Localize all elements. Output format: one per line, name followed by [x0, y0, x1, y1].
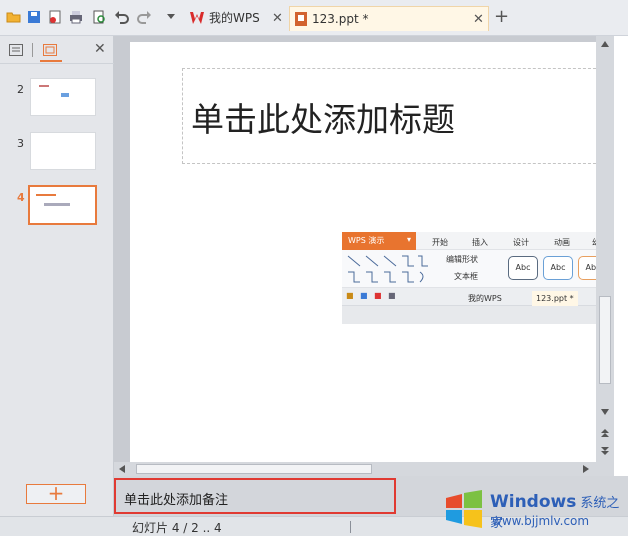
- print-icon: ■: [388, 291, 396, 300]
- embedded-menu-item: 设计: [513, 238, 529, 247]
- open-folder-icon[interactable]: [6, 9, 22, 25]
- embedded-panel-area: [342, 306, 606, 324]
- outline-view-icon[interactable]: [9, 44, 23, 56]
- slide-thumbnail-3[interactable]: [30, 132, 96, 170]
- embedded-tab-123-ppt: 123.ppt *: [532, 291, 578, 306]
- save-icon: ■: [360, 291, 368, 300]
- print-preview-icon[interactable]: [91, 9, 107, 25]
- tab-label: 我的WPS: [209, 11, 260, 25]
- slide-canvas[interactable]: 单击此处添加标题 WPS 演示 ▾ 开始 插入 设计 动画 幻: [130, 42, 610, 462]
- undo-icon[interactable]: [114, 9, 130, 25]
- horizontal-scrollbar[interactable]: [114, 462, 596, 476]
- tab-my-wps[interactable]: 我的WPS ✕: [184, 6, 288, 31]
- scroll-left-icon[interactable]: [118, 465, 126, 473]
- more-dropdown-icon[interactable]: [166, 11, 176, 21]
- pdf-export-icon[interactable]: [47, 9, 63, 25]
- next-slide-icon[interactable]: [600, 446, 610, 456]
- active-view-indicator: [40, 60, 62, 62]
- tab-123-ppt[interactable]: 123.ppt * ✕: [289, 6, 489, 31]
- vertical-scroll-thumb[interactable]: [599, 296, 611, 384]
- close-panel-icon[interactable]: ✕: [94, 41, 106, 57]
- thumb-content: [61, 93, 69, 97]
- divider: [350, 521, 351, 533]
- open-folder-icon: ■: [346, 291, 354, 300]
- panel-header: ✕: [0, 36, 114, 64]
- connector-shapes-icon: [347, 255, 428, 283]
- ppt-file-icon: [295, 12, 307, 26]
- divider: [32, 43, 33, 57]
- thumb-content: [36, 194, 56, 196]
- wps-logo-icon: [190, 12, 204, 24]
- wps-presentation-window: 我的WPS ✕ 123.ppt * ✕ + ✕ 2 3 4 + 单击此处添加标题…: [0, 0, 628, 536]
- watermark: Windows 系统之家 www.bjjmlv.com: [440, 480, 628, 536]
- title-toolbar: 我的WPS ✕ 123.ppt * ✕ +: [0, 0, 628, 36]
- embedded-toolbar: ■ ■ ■ ■ 我的WPS 123.ppt *: [342, 288, 606, 306]
- embedded-tab-my-wps: 我的WPS: [468, 294, 502, 303]
- title-placeholder-box[interactable]: 单击此处添加标题: [182, 68, 606, 164]
- slide-thumbnail-4[interactable]: [28, 185, 97, 225]
- watermark-brand-en: Windows: [490, 492, 577, 512]
- slide-thumbnail-panel: ✕ 2 3 4 +: [0, 36, 114, 516]
- notes-placeholder[interactable]: 单击此处添加备注: [124, 489, 228, 508]
- embedded-wps-logo: WPS 演示: [342, 232, 416, 250]
- horizontal-scroll-thumb[interactable]: [136, 464, 372, 474]
- thumb-content: [44, 203, 70, 206]
- windows-logo-icon: [446, 490, 482, 528]
- shape-style-2: Abc: [543, 256, 573, 280]
- embedded-ribbon: 编辑形状 文本框 Abc Abc Abc: [342, 250, 606, 288]
- watermark-url: www.bjjmlv.com: [492, 514, 590, 528]
- slide-editing-area: 单击此处添加标题 WPS 演示 ▾ 开始 插入 设计 动画 幻: [114, 36, 614, 476]
- print-icon[interactable]: [68, 9, 84, 25]
- title-placeholder-text: 单击此处添加标题: [191, 100, 455, 139]
- slide-count-status: 幻灯片 4 / 2 .. 4: [132, 521, 222, 535]
- thumbnail-number: 3: [17, 137, 24, 150]
- shape-style-1: Abc: [508, 256, 538, 280]
- save-icon[interactable]: [26, 9, 42, 25]
- redo-icon[interactable]: [136, 9, 152, 25]
- slide-view-icon[interactable]: [43, 44, 57, 56]
- tab-label: 123.ppt *: [312, 12, 369, 26]
- chevron-down-icon: ▾: [407, 235, 412, 244]
- scroll-down-icon[interactable]: [600, 408, 610, 416]
- thumb-content: [39, 85, 49, 87]
- close-tab-icon[interactable]: ✕: [272, 6, 283, 31]
- thumbnail-number: 2: [17, 83, 24, 96]
- new-tab-button[interactable]: +: [494, 8, 509, 26]
- embedded-menu-item: 开始: [432, 238, 448, 247]
- pdf-export-icon: ■: [374, 291, 382, 300]
- embedded-screenshot-image[interactable]: WPS 演示 ▾ 开始 插入 设计 动画 幻: [342, 232, 606, 324]
- embedded-menu-bar: WPS 演示 ▾ 开始 插入 设计 动画 幻: [342, 232, 606, 250]
- scroll-up-icon[interactable]: [600, 40, 610, 48]
- slide-thumbnail-2[interactable]: [30, 78, 96, 116]
- previous-slide-icon[interactable]: [600, 428, 610, 438]
- textbox-label: 文本框: [454, 272, 478, 281]
- add-slide-button[interactable]: +: [26, 483, 86, 504]
- vertical-scrollbar[interactable]: [596, 36, 614, 476]
- close-tab-icon[interactable]: ✕: [473, 7, 484, 32]
- scroll-right-icon[interactable]: [582, 465, 590, 473]
- edit-shape-label: 编辑形状: [446, 255, 478, 264]
- embedded-menu-item: 动画: [554, 238, 570, 247]
- thumbnail-number: 4: [17, 191, 25, 204]
- embedded-menu-item: 插入: [472, 238, 488, 247]
